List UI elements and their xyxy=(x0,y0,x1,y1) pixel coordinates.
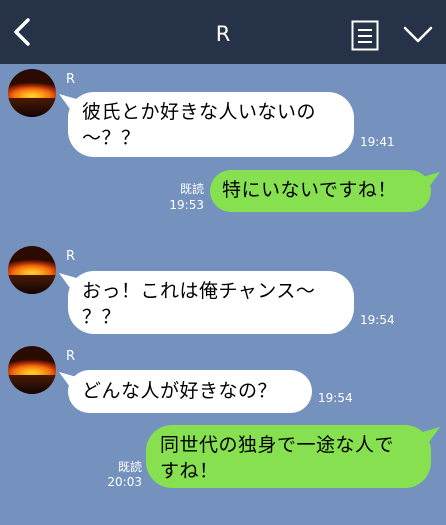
outgoing-message-bubble[interactable]: 特にいないですね！ xyxy=(210,170,431,212)
message-text-line: 彼氏とか好きな人いないの xyxy=(82,101,317,123)
note-list-icon[interactable] xyxy=(351,20,379,51)
message-text-line: ？？ xyxy=(82,306,122,328)
sender-avatar[interactable] xyxy=(8,346,56,394)
sender-name: R xyxy=(66,72,76,87)
chat-header: R xyxy=(0,0,446,64)
message-text-line: どんな人が好きなの？ xyxy=(82,380,278,402)
message-text-line: おっ！これは俺チャンス〜 xyxy=(82,280,316,302)
incoming-message-bubble[interactable]: おっ！これは俺チャンス〜 ？？ xyxy=(68,271,354,334)
sender-name: R xyxy=(66,249,76,264)
message-text-line: 同世代の独身で一途な人で xyxy=(160,434,395,456)
message-time: 19:54 xyxy=(318,391,353,405)
chat-title: R xyxy=(215,22,231,46)
message-text-line: 特にいないですね！ xyxy=(222,179,397,201)
read-receipt: 既読 xyxy=(179,182,204,196)
message-text-line: 〜？？ xyxy=(82,127,141,149)
read-receipt: 既読 xyxy=(117,460,142,474)
incoming-message-bubble[interactable]: 彼氏とか好きな人いないの 〜？？ xyxy=(68,92,354,157)
sender-avatar[interactable] xyxy=(8,69,56,117)
message-text-line: すね！ xyxy=(160,460,219,482)
outgoing-message-bubble[interactable]: 同世代の独身で一途な人で すね！ xyxy=(146,425,431,488)
message-time: 19:41 xyxy=(360,135,395,149)
message-time: 20:03 xyxy=(107,475,142,489)
message-time: 19:53 xyxy=(169,198,204,212)
chevron-down-icon[interactable] xyxy=(402,24,434,46)
sender-name: R xyxy=(66,349,76,364)
message-time: 19:54 xyxy=(360,313,395,327)
incoming-message-bubble[interactable]: どんな人が好きなの？ xyxy=(68,370,312,413)
sender-avatar[interactable] xyxy=(8,246,56,294)
